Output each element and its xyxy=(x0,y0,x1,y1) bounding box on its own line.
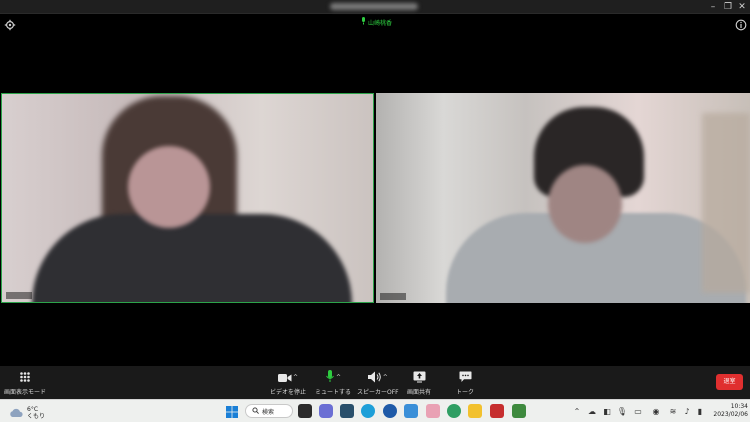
app-icon[interactable] xyxy=(383,404,397,418)
share-screen-button[interactable]: 画面共有 xyxy=(407,370,431,396)
edge-browser-icon[interactable] xyxy=(361,404,375,418)
close-button[interactable]: ✕ xyxy=(735,1,749,13)
window-title-blurred xyxy=(330,3,418,10)
mcafee-icon[interactable] xyxy=(490,404,504,418)
participant-name-tag xyxy=(6,292,32,299)
clock-date: 2023/02/06 xyxy=(713,411,748,418)
app-icon[interactable] xyxy=(340,404,354,418)
blurred-face xyxy=(128,146,210,228)
cloud-icon xyxy=(9,403,23,422)
minimize-button[interactable]: – xyxy=(706,1,720,13)
zoom-meeting-window: – ❐ ✕ 山崎桃香 画面表示モード ^ ビデオを停止 ^ ミュートする ^ ス… xyxy=(0,0,750,422)
view-mode-button[interactable]: 画面表示モード xyxy=(4,370,46,396)
participant-video-tile-2[interactable] xyxy=(376,93,750,303)
weather-temperature: 6°C xyxy=(27,405,39,413)
background-shelf xyxy=(702,113,750,293)
chat-bubble-icon xyxy=(458,370,472,384)
app-icon[interactable] xyxy=(447,404,461,418)
gear-icon[interactable] xyxy=(4,16,16,31)
camera-icon[interactable]: ◉ xyxy=(651,406,661,416)
weather-widget[interactable]: 6°C くもり xyxy=(9,403,45,422)
speaker-off-button[interactable]: ^ スピーカーOFF xyxy=(357,370,399,396)
volume-icon[interactable]: ♪ xyxy=(682,406,692,416)
weather-condition: くもり xyxy=(27,412,46,420)
mute-label: ミュートする xyxy=(315,389,352,396)
battery-icon[interactable]: ▮ xyxy=(695,406,705,416)
blurred-face xyxy=(548,165,622,243)
taskbar-clock[interactable]: 10:34 2023/02/06 xyxy=(706,403,748,419)
share-screen-label: 画面共有 xyxy=(407,389,432,396)
speaker-off-label: スピーカーOFF xyxy=(357,389,399,396)
info-icon[interactable] xyxy=(735,16,747,31)
tray-icon[interactable]: ◧ xyxy=(602,406,612,416)
microphone-icon xyxy=(361,17,366,27)
active-speaker-name: 山崎桃香 xyxy=(368,19,393,27)
video-camera-icon xyxy=(277,368,292,387)
active-speaker-indicator: 山崎桃香 xyxy=(361,17,392,27)
app-icon[interactable] xyxy=(512,404,526,418)
tray-icon[interactable]: ▭ xyxy=(633,406,643,416)
task-view-icon[interactable] xyxy=(298,404,312,418)
participant-video-tile-1[interactable] xyxy=(1,93,374,303)
cloud-sync-icon[interactable]: ☁ xyxy=(587,406,597,416)
start-windows-icon[interactable] xyxy=(225,404,239,418)
search-label: 検索 xyxy=(262,408,275,416)
share-screen-icon xyxy=(413,370,426,384)
view-mode-label: 画面表示モード xyxy=(4,389,47,396)
stop-video-button[interactable]: ^ ビデオを停止 xyxy=(270,370,306,396)
teams-chat-icon[interactable] xyxy=(319,404,333,418)
participant-name-tag xyxy=(380,293,406,300)
leave-meeting-button[interactable]: 退室 xyxy=(716,374,743,390)
mute-button[interactable]: ^ ミュートする xyxy=(315,368,352,396)
title-bar: – ❐ ✕ xyxy=(0,0,750,14)
audio-options-caret[interactable]: ^ xyxy=(336,374,341,381)
wifi-icon[interactable]: ≋ xyxy=(668,406,678,416)
app-icon[interactable] xyxy=(404,404,418,418)
microphone-icon xyxy=(325,368,335,387)
body-silhouette xyxy=(32,214,352,302)
windows-taskbar: 6°C くもり 検索 ⌃ ☁ ◧ 🎙 ▭ ◉ ≋ ♪ ▮ 10:34 2023/… xyxy=(0,399,750,422)
video-options-caret[interactable]: ^ xyxy=(293,374,298,381)
grid-icon xyxy=(19,370,31,384)
maximize-button[interactable]: ❐ xyxy=(721,1,735,13)
clock-time: 10:34 xyxy=(730,403,748,410)
chat-button[interactable]: トーク xyxy=(456,370,474,396)
stop-video-label: ビデオを停止 xyxy=(270,389,307,396)
app-icon[interactable] xyxy=(426,404,440,418)
taskbar-search-input[interactable]: 検索 xyxy=(245,404,293,418)
speaker-icon xyxy=(367,368,382,387)
search-icon xyxy=(252,406,259,416)
chevron-up-icon[interactable]: ⌃ xyxy=(572,406,582,416)
microphone-icon[interactable]: 🎙 xyxy=(617,406,627,416)
meeting-toolbar: 画面表示モード ^ ビデオを停止 ^ ミュートする ^ スピーカーOFF 画面共… xyxy=(0,366,750,399)
file-explorer-icon[interactable] xyxy=(468,404,482,418)
chat-label: トーク xyxy=(456,389,475,396)
speaker-options-caret[interactable]: ^ xyxy=(383,374,388,381)
